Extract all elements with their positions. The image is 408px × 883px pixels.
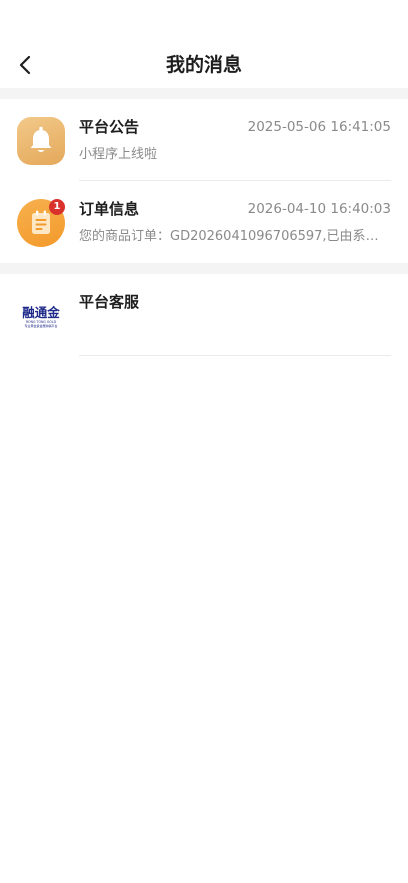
unread-badge: 1: [49, 199, 65, 215]
platform-logo-icon: 融通金 RONG TONG GOLD 专业黄金贵金属购销平台: [22, 305, 60, 328]
message-title: 平台客服: [79, 293, 140, 311]
message-time: 2025-05-06 16:41:05: [247, 119, 391, 135]
message-item-customer-service[interactable]: 融通金 RONG TONG GOLD 专业黄金贵金属购销平台 平台客服: [0, 274, 408, 358]
message-title: 平台公告: [79, 118, 140, 136]
bell-icon: [30, 126, 52, 152]
svg-text:专业黄金贵金属购销平台: 专业黄金贵金属购销平台: [24, 323, 57, 328]
section-divider: [0, 88, 408, 99]
message-preview: 您的商品订单：GD2026041096706597,已由系统超时自动关闭: [79, 229, 391, 244]
message-item-announcement[interactable]: 平台公告 2025-05-06 16:41:05 小程序上线啦: [0, 99, 408, 181]
section-divider: [0, 263, 408, 274]
platform-logo: 融通金 RONG TONG GOLD 专业黄金贵金属购销平台: [17, 292, 65, 340]
nav-bar: 我的消息: [0, 0, 408, 88]
item-divider: [79, 355, 391, 356]
page-title: 我的消息: [165, 54, 242, 76]
message-time: 2026-04-10 16:40:03: [247, 201, 391, 217]
message-item-order[interactable]: 1 订单信息 2026-04-10 16:40:03 您的商品订单：GD2026…: [0, 181, 408, 263]
message-preview: 小程序上线啦: [79, 147, 158, 162]
message-title: 订单信息: [79, 200, 140, 218]
announcement-avatar: [17, 117, 65, 165]
svg-text:融通金: 融通金: [22, 305, 60, 320]
